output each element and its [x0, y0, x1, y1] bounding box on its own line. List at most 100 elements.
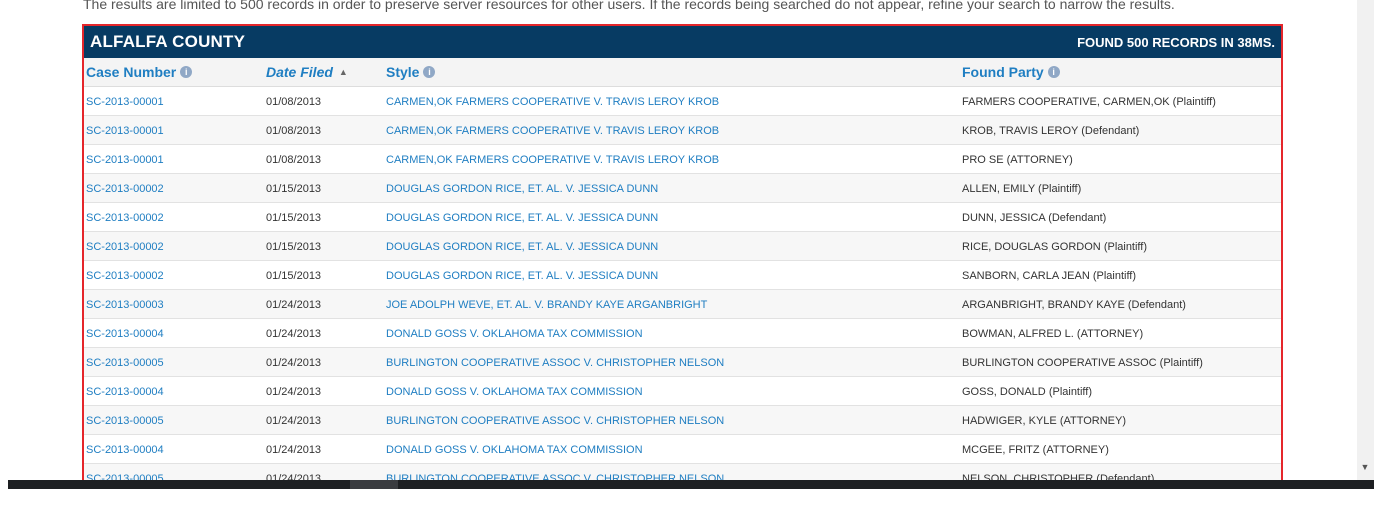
- results-panel: ALFALFA COUNTY FOUND 500 RECORDS IN 38MS…: [82, 24, 1283, 488]
- party-role: (Plaintiff): [1038, 183, 1082, 195]
- table-row: SC-2013-00004 01/24/2013 DONALD GOSS V. OK…: [84, 377, 1281, 406]
- found-party: DUNN, JESSICA (Defendant): [962, 212, 1106, 224]
- taskbar: [8, 480, 1374, 489]
- case-number-link[interactable]: SC-2013-00002: [86, 241, 164, 253]
- party-name: BOWMAN, ALFRED L.: [962, 328, 1074, 340]
- records-found-count: FOUND 500 RECORDS IN 38MS.: [1077, 34, 1275, 50]
- date-filed: 01/08/2013: [266, 96, 322, 108]
- party-name: ALLEN, EMILY: [962, 183, 1035, 195]
- table-row: SC-2013-00002 01/15/2013 DOUGLAS GORDON RI…: [84, 203, 1281, 232]
- case-number-link[interactable]: SC-2013-00004: [86, 444, 164, 456]
- column-header-label[interactable]: Date Filed: [266, 64, 333, 80]
- party-name: FARMERS COOPERATIVE, CARMEN,OK: [962, 96, 1170, 108]
- date-filed: 01/08/2013: [266, 154, 322, 166]
- date-filed: 01/24/2013: [266, 328, 322, 340]
- found-party: BOWMAN, ALFRED L. (ATTORNEY): [962, 328, 1143, 340]
- style-link[interactable]: BURLINGTON COOPERATIVE ASSOC V. CHRISTOP…: [386, 415, 724, 427]
- case-number-link[interactable]: SC-2013-00002: [86, 183, 164, 195]
- party-role: (Plaintiff): [1092, 270, 1137, 282]
- party-role: (Defendant): [1048, 212, 1107, 224]
- style-link[interactable]: DOUGLAS GORDON RICE, ET. AL. V. JESSICA …: [386, 183, 658, 195]
- info-icon[interactable]: i: [423, 66, 436, 78]
- party-name: KROB, TRAVIS LEROY: [962, 125, 1079, 137]
- county-header-bar: ALFALFA COUNTY FOUND 500 RECORDS IN 38MS…: [84, 26, 1281, 58]
- found-party: BURLINGTON COOPERATIVE ASSOC (Plaintiff): [962, 357, 1203, 369]
- date-filed: 01/24/2013: [266, 415, 322, 427]
- party-name: RICE, DOUGLAS GORDON: [962, 241, 1101, 253]
- style-link[interactable]: CARMEN,OK FARMERS COOPERATIVE V. TRAVIS …: [386, 154, 719, 166]
- column-header-label[interactable]: Style: [386, 64, 419, 80]
- case-number-link[interactable]: SC-2013-00001: [86, 154, 164, 166]
- found-party: KROB, TRAVIS LEROY (Defendant): [962, 125, 1139, 137]
- info-icon[interactable]: i: [180, 66, 193, 78]
- table-row: SC-2013-00001 01/08/2013 CARMEN,OK FARMERS…: [84, 145, 1281, 174]
- results-table-body: SC-2013-00001 01/08/2013 CARMEN,OK FARMERS…: [84, 87, 1281, 486]
- found-party: RICE, DOUGLAS GORDON (Plaintiff): [962, 241, 1147, 253]
- found-party: PRO SE (ATTORNEY): [962, 154, 1073, 166]
- taskbar-item[interactable]: [350, 480, 398, 489]
- style-link[interactable]: DOUGLAS GORDON RICE, ET. AL. V. JESSICA …: [386, 212, 658, 224]
- case-number-link[interactable]: SC-2013-00001: [86, 125, 164, 137]
- column-header-label[interactable]: Found Party: [962, 64, 1044, 80]
- table-header: Case Number i Date Filed ▲ Style i Found…: [84, 58, 1281, 87]
- sort-ascending-icon[interactable]: ▲: [339, 67, 348, 77]
- style-link[interactable]: DONALD GOSS V. OKLAHOMA TAX COMMISSION: [386, 328, 643, 340]
- column-header-label[interactable]: Case Number: [86, 64, 176, 80]
- case-number-link[interactable]: SC-2013-00004: [86, 386, 164, 398]
- style-link[interactable]: DONALD GOSS V. OKLAHOMA TAX COMMISSION: [386, 444, 643, 456]
- case-number-link[interactable]: SC-2013-00004: [86, 328, 164, 340]
- table-row: SC-2013-00004 01/24/2013 DONALD GOSS V. OK…: [84, 319, 1281, 348]
- style-link[interactable]: CARMEN,OK FARMERS COOPERATIVE V. TRAVIS …: [386, 96, 719, 108]
- case-number-link[interactable]: SC-2013-00002: [86, 270, 164, 282]
- info-icon[interactable]: i: [1047, 66, 1060, 78]
- style-link[interactable]: DOUGLAS GORDON RICE, ET. AL. V. JESSICA …: [386, 270, 658, 282]
- table-row: SC-2013-00005 01/24/2013 BURLINGTON COOPER…: [84, 406, 1281, 435]
- table-row: SC-2013-00004 01/24/2013 DONALD GOSS V. OK…: [84, 435, 1281, 464]
- case-number-link[interactable]: SC-2013-00001: [86, 96, 164, 108]
- found-party: HADWIGER, KYLE (ATTORNEY): [962, 415, 1126, 427]
- party-role: (ATTORNEY): [1042, 444, 1109, 456]
- style-link[interactable]: CARMEN,OK FARMERS COOPERATIVE V. TRAVIS …: [386, 125, 719, 137]
- table-row: SC-2013-00001 01/08/2013 CARMEN,OK FARMERS…: [84, 116, 1281, 145]
- date-filed: 01/15/2013: [266, 212, 322, 224]
- party-role: (Plaintiff): [1048, 386, 1093, 398]
- party-name: MCGEE, FRITZ: [962, 444, 1040, 456]
- party-role: (Defendant): [1081, 125, 1140, 137]
- table-row: SC-2013-00001 01/08/2013 CARMEN,OK FARMERS…: [84, 87, 1281, 116]
- style-link[interactable]: BURLINGTON COOPERATIVE ASSOC V. CHRISTOP…: [386, 357, 724, 369]
- party-role: (Plaintiff): [1159, 357, 1203, 369]
- table-row: SC-2013-00003 01/24/2013 JOE ADOLPH WEVE, …: [84, 290, 1281, 319]
- date-filed: 01/08/2013: [266, 125, 322, 137]
- party-name: DUNN, JESSICA: [962, 212, 1046, 224]
- found-party: GOSS, DONALD (Plaintiff): [962, 386, 1092, 398]
- party-name: BURLINGTON COOPERATIVE ASSOC: [962, 357, 1157, 369]
- found-party: MCGEE, FRITZ (ATTORNEY): [962, 444, 1109, 456]
- party-name: PRO SE: [962, 154, 1004, 166]
- date-filed: 01/15/2013: [266, 183, 322, 195]
- party-role: (Plaintiff): [1172, 96, 1216, 108]
- party-name: SANBORN, CARLA JEAN: [962, 270, 1090, 282]
- style-link[interactable]: DONALD GOSS V. OKLAHOMA TAX COMMISSION: [386, 386, 643, 398]
- county-name: ALFALFA COUNTY: [90, 32, 246, 51]
- column-header-case-number[interactable]: Case Number i: [86, 64, 193, 80]
- case-number-link[interactable]: SC-2013-00002: [86, 212, 164, 224]
- style-link[interactable]: JOE ADOLPH WEVE, ET. AL. V. BRANDY KAYE …: [386, 299, 707, 311]
- case-number-link[interactable]: SC-2013-00005: [86, 415, 164, 427]
- column-header-found-party[interactable]: Found Party i: [962, 64, 1060, 80]
- case-number-link[interactable]: SC-2013-00003: [86, 299, 164, 311]
- style-link[interactable]: DOUGLAS GORDON RICE, ET. AL. V. JESSICA …: [386, 241, 658, 253]
- found-party: FARMERS COOPERATIVE, CARMEN,OK (Plaintif…: [962, 96, 1216, 108]
- table-row: SC-2013-00005 01/24/2013 BURLINGTON COOPER…: [84, 348, 1281, 377]
- vertical-scrollbar[interactable]: [1357, 0, 1374, 480]
- table-row: SC-2013-00002 01/15/2013 DOUGLAS GORDON RI…: [84, 261, 1281, 290]
- column-header-date-filed[interactable]: Date Filed ▲: [266, 64, 348, 80]
- column-header-style[interactable]: Style i: [386, 64, 436, 80]
- party-role: (ATTORNEY): [1076, 328, 1144, 340]
- scroll-down-arrow-icon[interactable]: ▼: [1359, 462, 1371, 474]
- date-filed: 01/24/2013: [266, 299, 322, 311]
- date-filed: 01/24/2013: [266, 444, 322, 456]
- party-name: ARGANBRIGHT, BRANDY KAYE: [962, 299, 1125, 311]
- party-role: (Defendant): [1127, 299, 1186, 311]
- case-number-link[interactable]: SC-2013-00005: [86, 357, 164, 369]
- date-filed: 01/24/2013: [266, 386, 322, 398]
